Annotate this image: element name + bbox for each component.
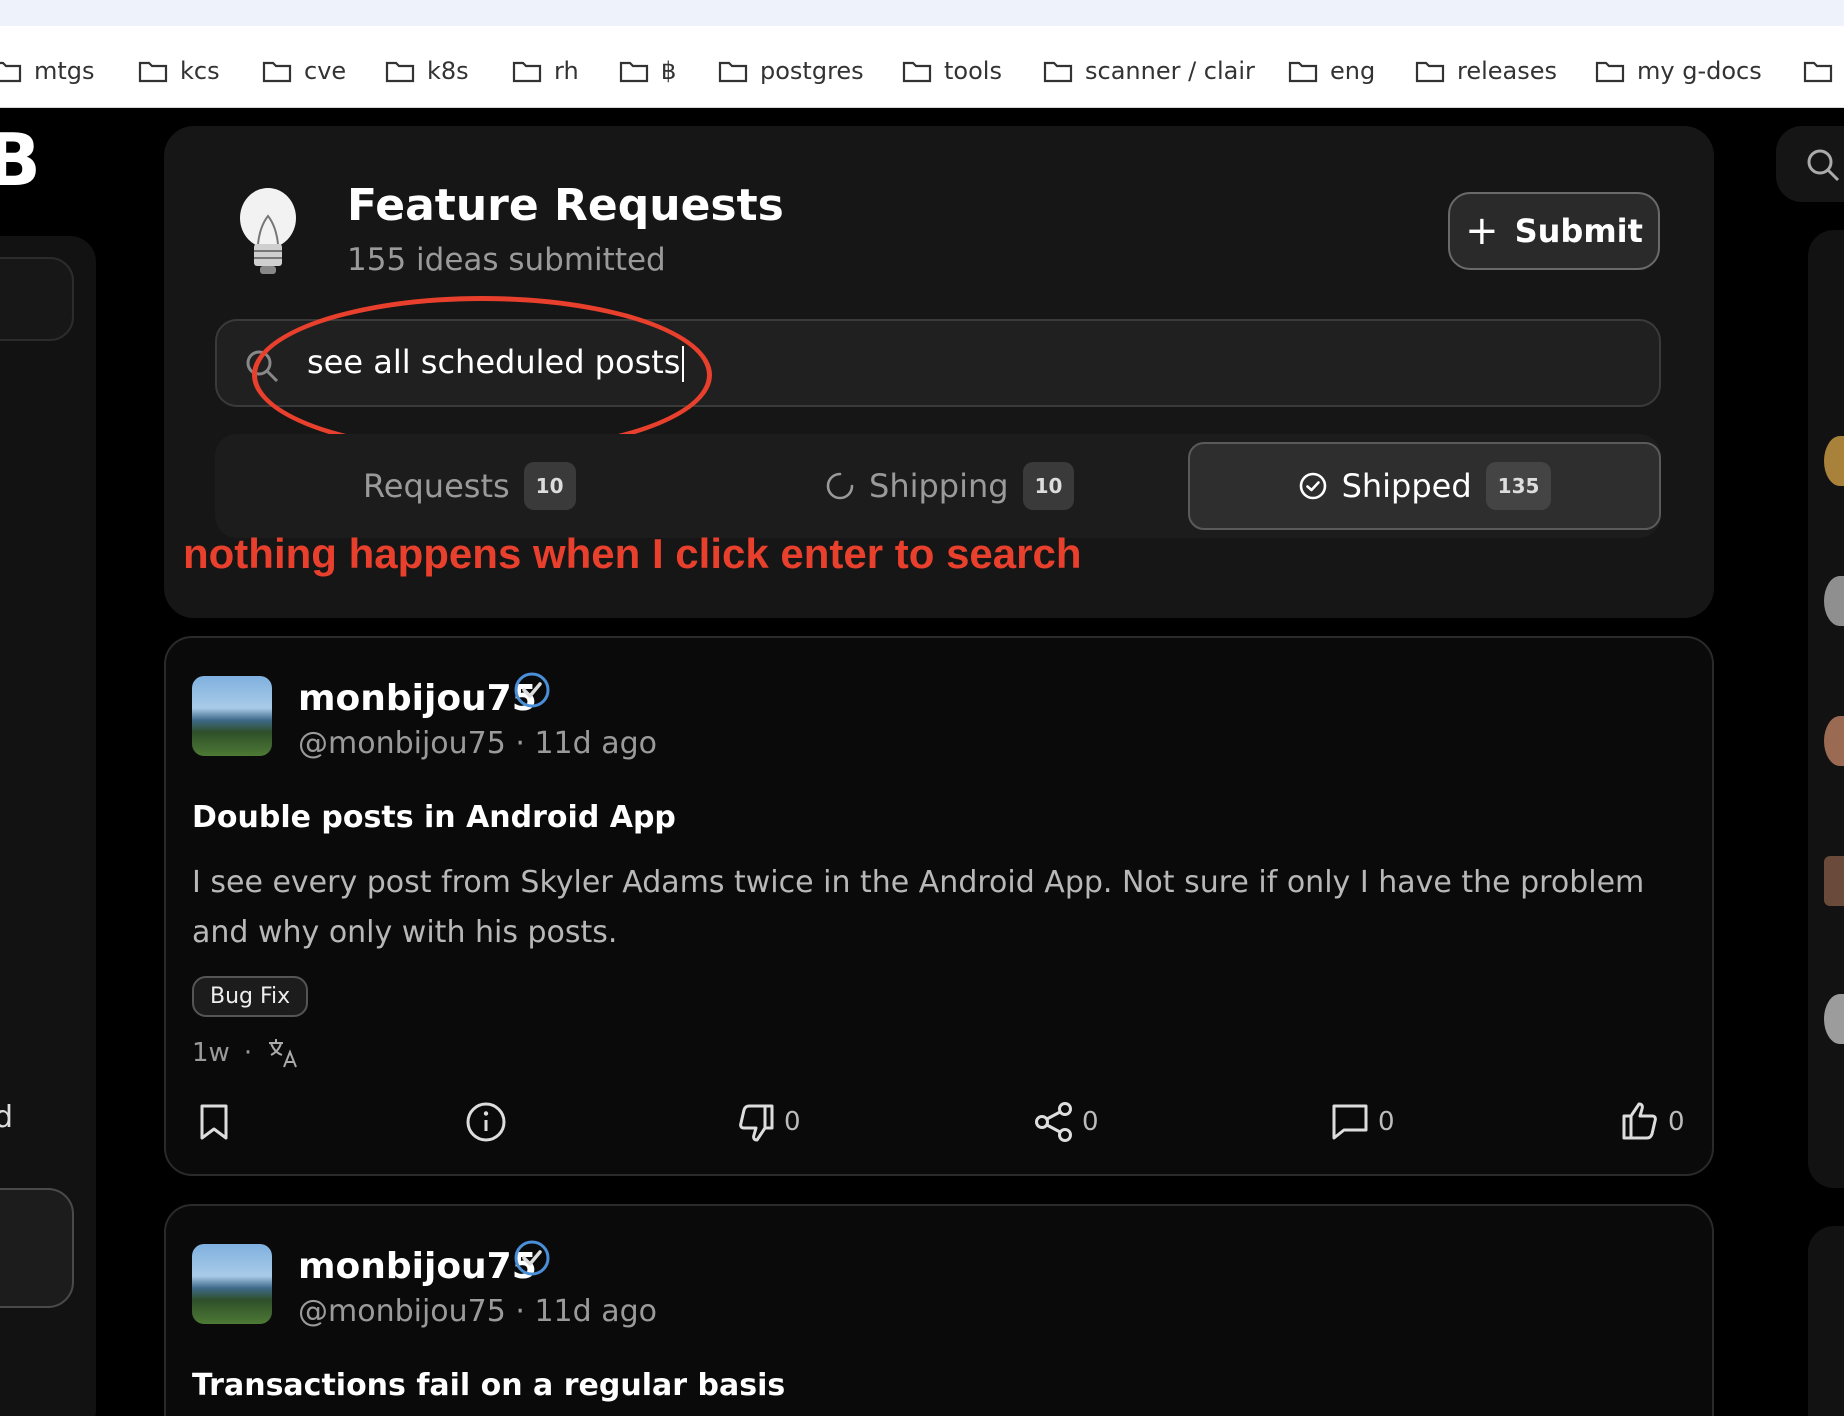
- bookmark-releases[interactable]: releases: [1415, 56, 1557, 86]
- folder-icon: [718, 61, 748, 83]
- loading-spinner-icon: [826, 472, 854, 500]
- bookmark-postgres[interactable]: postgres: [718, 56, 864, 86]
- folder-icon: [619, 61, 649, 83]
- tab-count-badge: 10: [523, 462, 576, 510]
- bookmarks-bar: mtgs kcs cve k8s rh ฿ postgres tools sca…: [0, 26, 1844, 108]
- bookmark-eng[interactable]: eng: [1288, 56, 1375, 86]
- tab-requests[interactable]: Requests 10: [363, 434, 576, 538]
- tab-count-badge: 10: [1022, 462, 1075, 510]
- right-secondary-panel: [1808, 1226, 1844, 1416]
- share-icon: [1035, 1102, 1072, 1142]
- folder-icon: [385, 61, 415, 83]
- post-title[interactable]: Double posts in Android App: [192, 800, 676, 835]
- leaderboard-panel: [1808, 230, 1844, 1188]
- post-username[interactable]: monbijou75: [298, 1246, 537, 1287]
- bookmark-rh[interactable]: rh: [512, 56, 579, 86]
- plus-icon: +: [1465, 208, 1499, 254]
- bookmark-mtgs[interactable]: mtgs: [0, 56, 95, 86]
- bookmark-k8s[interactable]: k8s: [385, 56, 469, 86]
- badge-icon: [1824, 856, 1844, 906]
- like-button[interactable]: 0: [1618, 1100, 1685, 1144]
- dislike-button[interactable]: 0: [734, 1100, 801, 1144]
- folder-icon: [512, 61, 542, 83]
- post-card[interactable]: monbijou75 @monbijou75 · 11d ago Transac…: [164, 1204, 1714, 1416]
- bookmark-cve[interactable]: cve: [262, 56, 346, 86]
- post-meta: @monbijou75 · 11d ago: [298, 1294, 658, 1329]
- verified-badge-icon: [514, 1240, 550, 1276]
- thumbs-up-icon: [1622, 1102, 1657, 1140]
- tab-shipping[interactable]: Shipping 10: [825, 434, 1075, 538]
- post-age: 1w ·: [192, 1036, 300, 1070]
- folder-icon: [1415, 61, 1445, 83]
- verified-badge-icon: [514, 672, 550, 708]
- browser-top-strip: [0, 0, 1844, 26]
- left-sidebar-item[interactable]: [0, 257, 74, 341]
- bookmark-my-g-docs[interactable]: my g-docs: [1595, 56, 1762, 86]
- comment-button[interactable]: 0: [1328, 1100, 1395, 1144]
- ideas-count: 155 ideas submitted: [347, 242, 666, 278]
- post-body: I see every post from Skyler Adams twice…: [192, 865, 1645, 950]
- folder-icon: [262, 61, 292, 83]
- folder-icon: [1595, 61, 1625, 83]
- folder-icon: [138, 61, 168, 83]
- folder-icon: [1288, 61, 1318, 83]
- left-sidebar-button[interactable]: [0, 1188, 74, 1308]
- bookmark-icon: [200, 1104, 228, 1140]
- tab-count-badge: 135: [1485, 462, 1552, 510]
- thumbs-down-icon: [739, 1104, 774, 1142]
- submit-button[interactable]: + Submit: [1448, 192, 1660, 270]
- annotation-text: nothing happens when I click enter to se…: [183, 530, 1082, 577]
- annotation-circle: [252, 296, 712, 454]
- info-button[interactable]: [464, 1100, 508, 1144]
- tab-shipped[interactable]: Shipped 135: [1188, 442, 1661, 530]
- bookmark-baht[interactable]: ฿: [619, 56, 676, 86]
- bookmark-scanner-clair[interactable]: scanner / clair: [1043, 56, 1255, 86]
- folder-icon: [0, 61, 22, 83]
- post-title[interactable]: Transactions fail on a regular basis: [192, 1368, 785, 1403]
- folder-icon: [1043, 61, 1073, 83]
- comment-icon: [1332, 1104, 1368, 1140]
- translate-icon[interactable]: [266, 1036, 300, 1070]
- avatar[interactable]: [192, 1244, 272, 1324]
- page-title: Feature Requests: [347, 180, 784, 231]
- left-sidebar-text-fragment: d: [0, 1100, 14, 1135]
- bookmark-kcs[interactable]: kcs: [138, 56, 220, 86]
- lightbulb-icon: [240, 188, 296, 274]
- avatar[interactable]: [192, 676, 272, 756]
- post-card[interactable]: monbijou75 @monbijou75 · 11d ago Double …: [164, 636, 1714, 1176]
- post-meta: @monbijou75 · 11d ago: [298, 726, 658, 761]
- info-icon: [466, 1102, 506, 1142]
- tag-bug-fix[interactable]: Bug Fix: [192, 976, 309, 1017]
- site-logo-fragment[interactable]: B: [0, 124, 41, 196]
- bookmark-tools[interactable]: tools: [902, 56, 1002, 86]
- check-circle-icon: [1299, 472, 1326, 500]
- folder-icon: [902, 61, 932, 83]
- search-icon: [1807, 149, 1840, 182]
- folder-icon: [1803, 61, 1833, 83]
- post-username[interactable]: monbijou75: [298, 678, 537, 719]
- submit-label: Submit: [1514, 212, 1643, 250]
- bookmark-button[interactable]: [192, 1100, 236, 1144]
- bookmark-overflow-folder[interactable]: [1803, 56, 1833, 86]
- right-search-button[interactable]: [1776, 126, 1844, 202]
- share-button[interactable]: 0: [1032, 1100, 1099, 1144]
